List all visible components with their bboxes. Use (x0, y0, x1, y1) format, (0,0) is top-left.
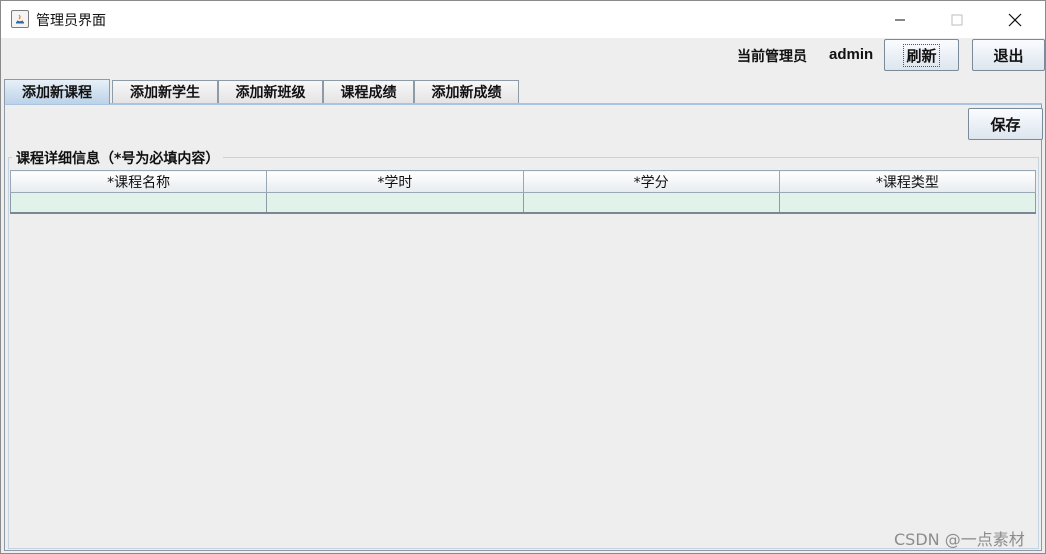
table-row[interactable] (9, 192, 1037, 214)
maximize-button[interactable] (928, 1, 986, 38)
column-header-course-type[interactable]: *课程类型 (778, 170, 1037, 193)
tab-add-course[interactable]: 添加新课程 (4, 79, 110, 104)
current-admin-label: 当前管理员 (737, 49, 807, 65)
close-button[interactable] (986, 1, 1044, 38)
close-icon (1008, 13, 1022, 26)
minimize-icon (895, 19, 905, 20)
column-header-hours[interactable]: *学时 (266, 170, 524, 193)
refresh-button[interactable]: 刷新 (884, 39, 959, 71)
save-button[interactable]: 保存 (968, 108, 1043, 140)
column-header-credits[interactable]: *学分 (522, 170, 780, 193)
hours-cell[interactable] (266, 192, 524, 214)
exit-button[interactable]: 退出 (972, 39, 1045, 71)
tab-add-class[interactable]: 添加新班级 (218, 80, 323, 103)
app-window: 管理员界面 当前管理员 admin 刷新 退出 添加新课程 添加新学生 添加新班… (0, 0, 1046, 554)
course-table: *课程名称 *学时 *学分 *课程类型 (9, 170, 1037, 214)
window-title: 管理员界面 (36, 13, 106, 29)
refresh-button-label: 刷新 (903, 43, 940, 67)
tab-course-grades[interactable]: 课程成绩 (323, 80, 414, 103)
course-details-title: 课程详细信息（*号为必填内容） (12, 148, 224, 168)
title-bar[interactable]: 管理员界面 (1, 1, 1045, 38)
tab-add-grade[interactable]: 添加新成绩 (414, 80, 519, 103)
course-type-cell[interactable] (778, 192, 1037, 214)
current-admin-name: admin (829, 46, 874, 63)
credits-cell[interactable] (522, 192, 780, 214)
watermark: CSDN @一点素材 (894, 530, 1025, 549)
course-details-group (8, 157, 1039, 549)
table-header-row: *课程名称 *学时 *学分 *课程类型 (9, 170, 1037, 193)
tab-add-student[interactable]: 添加新学生 (112, 80, 218, 103)
maximize-icon (951, 14, 963, 25)
java-app-icon (11, 10, 29, 28)
course-name-cell[interactable] (9, 192, 268, 214)
column-header-course-name[interactable]: *课程名称 (9, 170, 268, 193)
minimize-button[interactable] (871, 1, 929, 38)
